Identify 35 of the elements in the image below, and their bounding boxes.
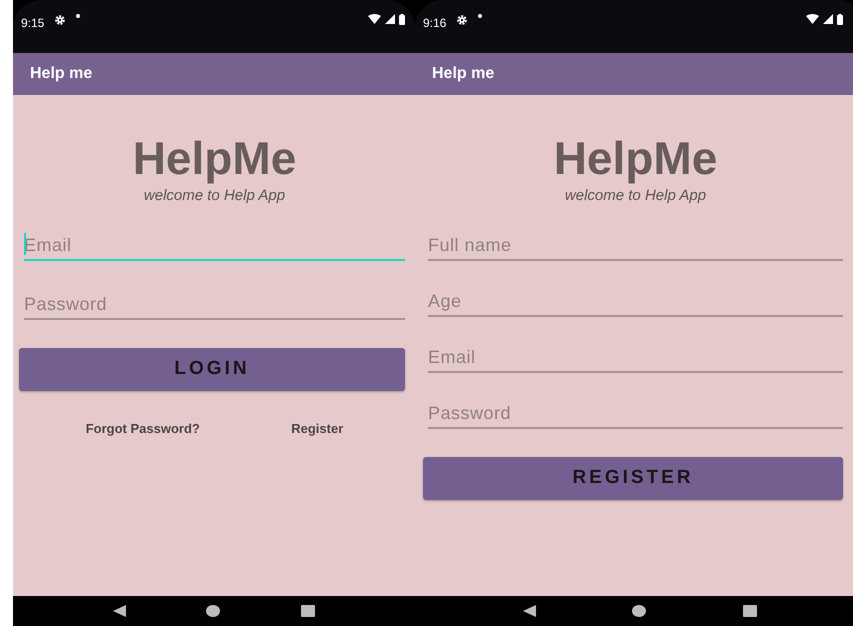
notification-dot-icon	[76, 14, 80, 18]
recents-icon	[742, 605, 757, 617]
status-time: 9:15	[21, 15, 44, 32]
settings-icon	[54, 14, 66, 26]
wifi-icon	[806, 14, 819, 24]
wifi-icon	[368, 14, 381, 24]
text-input-field[interactable]: Email	[24, 230, 405, 260]
settings-icon	[456, 14, 468, 26]
text-input-field[interactable]: Email	[428, 342, 843, 372]
status-time: 9:16	[423, 15, 446, 32]
home-icon	[206, 605, 220, 617]
text-input-field[interactable]: Password	[24, 288, 405, 320]
battery-icon	[399, 14, 405, 25]
notification-dot-icon	[478, 14, 482, 18]
recents-icon	[300, 605, 315, 617]
text-cursor	[24, 232, 26, 254]
text-input-field[interactable]: Full name	[428, 230, 843, 260]
login-button[interactable]: LOGIN	[19, 348, 405, 390]
app-logo-text: HelpMe	[132, 135, 296, 181]
text-input-field[interactable]: Password	[428, 398, 843, 428]
signal-icon	[823, 14, 833, 24]
back-icon	[113, 605, 126, 617]
tagline: welcome to Help App	[144, 186, 286, 206]
app-title: Help me	[13, 53, 415, 95]
tagline: welcome to Help App	[564, 186, 706, 206]
signal-icon	[385, 14, 395, 24]
back-icon	[523, 605, 536, 617]
battery-icon	[837, 14, 843, 25]
app-title: Help me	[415, 53, 853, 95]
app-logo-text: HelpMe	[554, 135, 718, 181]
text-link[interactable]: Register	[291, 418, 344, 438]
text-link[interactable]: Forgot Password?	[86, 418, 200, 438]
register-button[interactable]: REGISTER	[423, 456, 843, 500]
home-icon	[632, 605, 646, 617]
text-input-field[interactable]: Age	[428, 286, 843, 316]
